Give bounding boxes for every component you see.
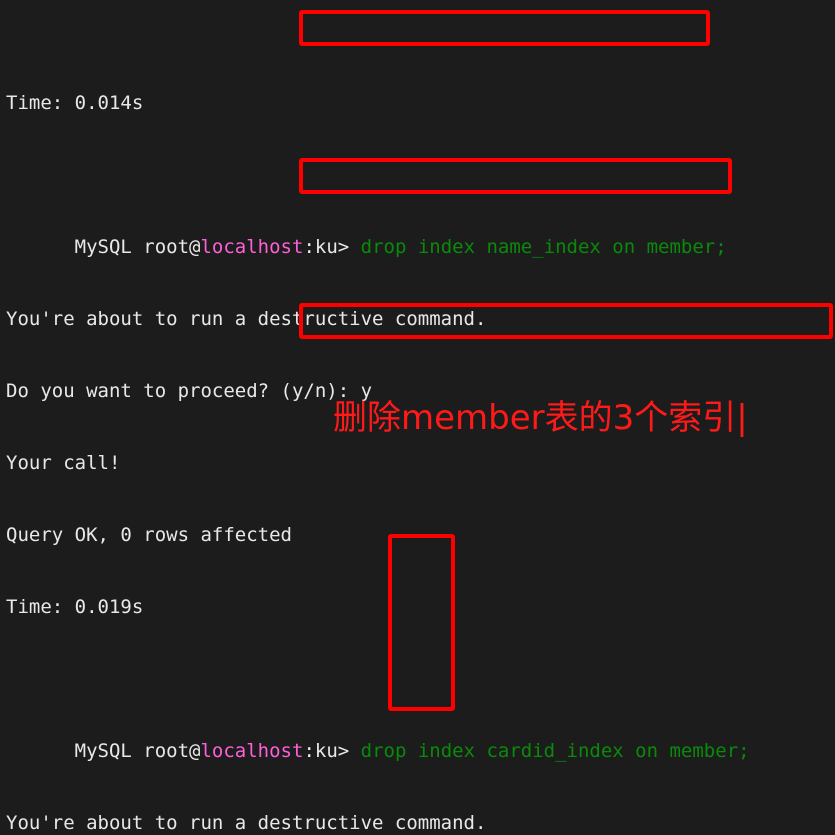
output-line: Query OK, 0 rows affected (6, 523, 835, 547)
sql-command[interactable]: drop index cardid_index on member; (361, 740, 750, 762)
your-call-text: Your call! (6, 452, 121, 474)
proceed-prompt: Do you want to proceed? (y/n): y (6, 380, 373, 402)
annotation-note: 删除member表的3个索引| (333, 398, 748, 438)
query-ok-text: Query OK, 0 rows affected (6, 524, 292, 546)
terminal-window[interactable]: Time: 0.014s MySQL root@localhost:ku> dr… (0, 0, 835, 835)
output-line: You're about to run a destructive comman… (6, 307, 835, 331)
destructive-warning: You're about to run a destructive comman… (6, 308, 487, 330)
output-line: Your call! (6, 451, 835, 475)
prompt-host: localhost (200, 236, 304, 258)
prompt-host: localhost (200, 740, 304, 762)
time-text: Time: 0.019s (6, 596, 144, 618)
prompt-db: :ku> (303, 236, 361, 258)
time-text: Time: 0.014s (6, 92, 144, 114)
prompt-prefix: MySQL root@ (74, 236, 201, 258)
prompt-line: MySQL root@localhost:ku> drop index card… (6, 715, 835, 762)
output-line: Time: 0.014s (6, 91, 835, 115)
destructive-warning: You're about to run a destructive comman… (6, 812, 487, 834)
prompt-prefix: MySQL root@ (74, 740, 201, 762)
output-line: Time: 0.019s (6, 595, 835, 619)
prompt-db: :ku> (303, 740, 361, 762)
sql-command[interactable]: drop index name_index on member; (361, 236, 727, 258)
output-line: You're about to run a destructive comman… (6, 811, 835, 835)
prompt-line: MySQL root@localhost:ku> drop index name… (6, 211, 835, 258)
